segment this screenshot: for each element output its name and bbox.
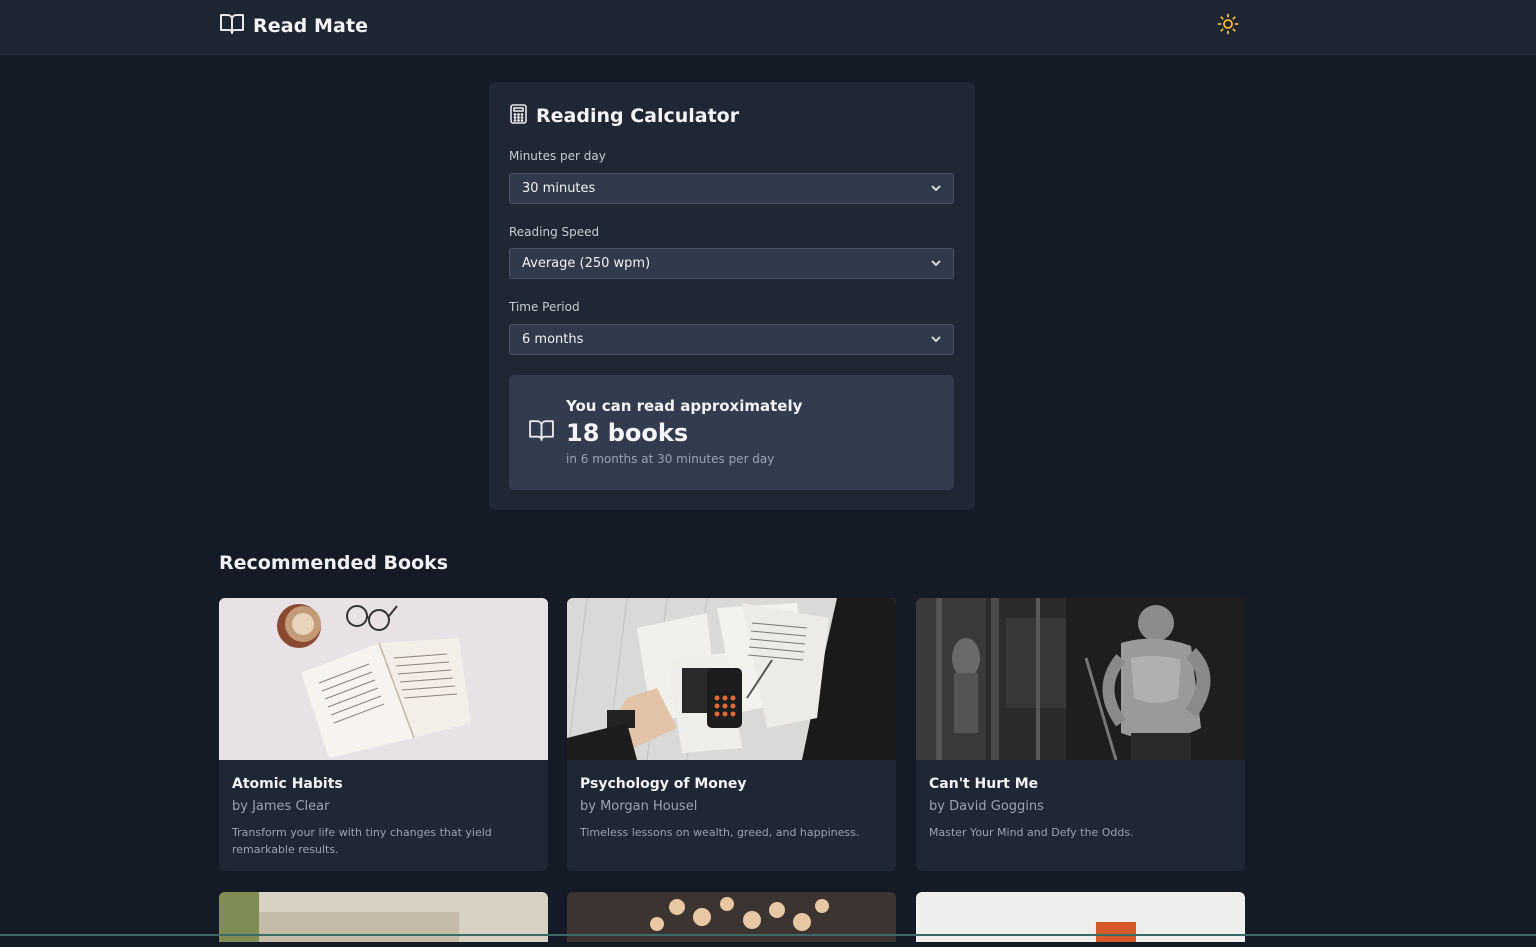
book-description: Master Your Mind and Defy the Odds. bbox=[929, 826, 1134, 839]
minutes-per-day-select[interactable]: 30 minutes bbox=[509, 173, 954, 204]
book-description: Transform your life with tiny changes th… bbox=[232, 826, 492, 856]
calculator-icon bbox=[509, 104, 528, 128]
time-period-label: Time Period bbox=[509, 300, 580, 314]
book-author: by Morgan Housel bbox=[580, 799, 698, 814]
select-value: 30 minutes bbox=[522, 181, 596, 196]
time-period-select[interactable]: 6 months bbox=[509, 324, 954, 355]
select-value: Average (250 wpm) bbox=[522, 256, 651, 271]
book-author: by James Clear bbox=[232, 799, 330, 814]
chevron-down-icon bbox=[931, 256, 941, 271]
book-author: by David Goggins bbox=[929, 799, 1044, 814]
result-panel: You can read approximately 18 books in 6… bbox=[509, 375, 954, 490]
app-name: Read Mate bbox=[253, 15, 369, 37]
book-open-icon bbox=[528, 418, 555, 447]
chevron-down-icon bbox=[931, 332, 941, 347]
book-title: Psychology of Money bbox=[580, 776, 747, 792]
reading-calculator-card: Reading Calculator Minutes per day 30 mi… bbox=[489, 82, 975, 510]
book-title: Can't Hurt Me bbox=[929, 776, 1039, 792]
book-description: Timeless lessons on wealth, greed, and h… bbox=[580, 826, 860, 839]
book-card-psychology-of-money[interactable]: Psychology of Money by Morgan Housel Tim… bbox=[567, 598, 896, 871]
result-books-count: 18 books bbox=[566, 419, 689, 447]
reading-speed-select[interactable]: Average (250 wpm) bbox=[509, 248, 954, 279]
top-navbar: Read Mate bbox=[0, 0, 1536, 55]
calculator-title: Reading Calculator bbox=[536, 105, 740, 127]
book-card-atomic-habits[interactable]: Atomic Habits by James Clear Transform y… bbox=[219, 598, 548, 871]
recommended-books-heading: Recommended Books bbox=[219, 552, 449, 574]
theme-toggle-button[interactable] bbox=[1216, 12, 1240, 36]
bottom-divider bbox=[0, 934, 1536, 936]
result-detail-text: in 6 months at 30 minutes per day bbox=[566, 452, 775, 466]
book-cover-image bbox=[219, 598, 548, 760]
sun-icon bbox=[1216, 13, 1240, 40]
chevron-down-icon bbox=[931, 181, 941, 196]
select-value: 6 months bbox=[522, 332, 584, 347]
reading-speed-label: Reading Speed bbox=[509, 225, 600, 239]
result-lead-text: You can read approximately bbox=[566, 397, 803, 415]
book-open-icon bbox=[219, 12, 245, 40]
book-title: Atomic Habits bbox=[232, 776, 343, 792]
book-cover-image bbox=[567, 598, 896, 760]
brand-logo-link[interactable]: Read Mate bbox=[219, 12, 368, 40]
minutes-per-day-label: Minutes per day bbox=[509, 149, 606, 163]
calculator-heading: Reading Calculator bbox=[509, 104, 739, 128]
book-card-cant-hurt-me[interactable]: Can't Hurt Me by David Goggins Master Yo… bbox=[916, 598, 1245, 871]
book-cover-image bbox=[916, 598, 1245, 760]
